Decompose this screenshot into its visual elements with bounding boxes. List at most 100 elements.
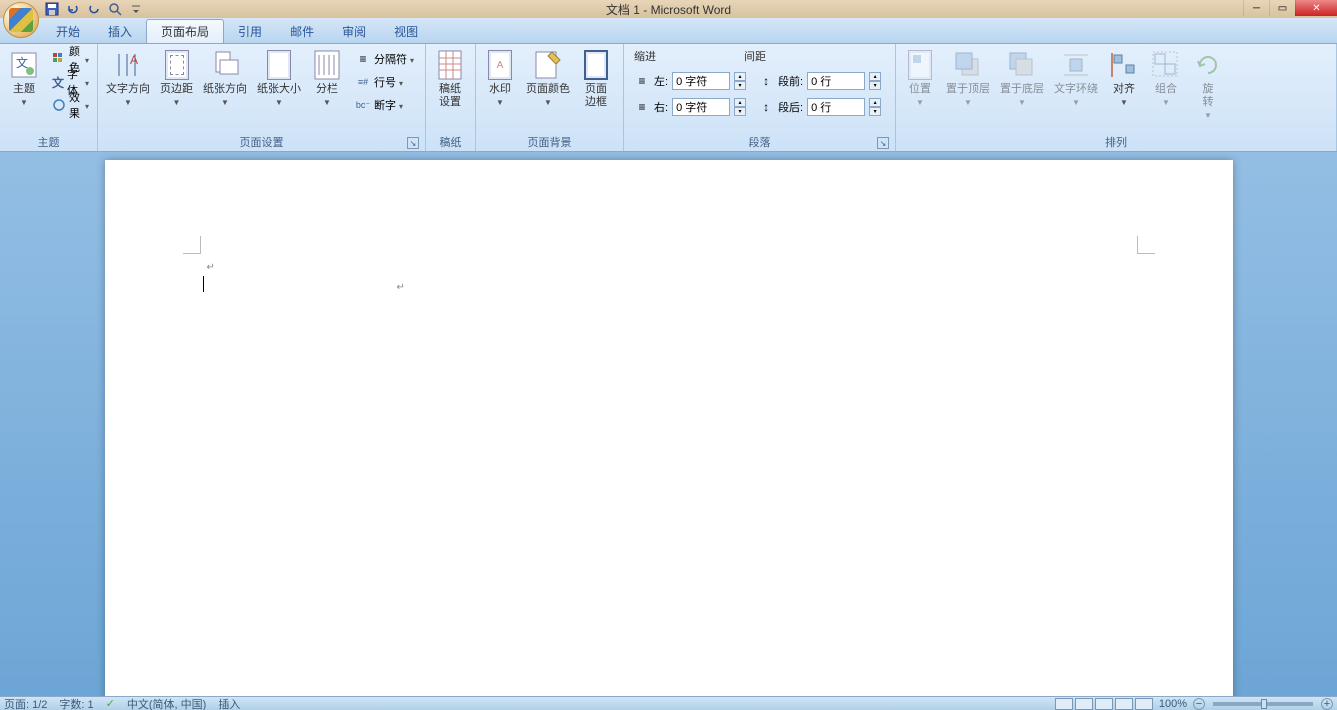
size-button[interactable]: 纸张大小▼ [253, 46, 305, 130]
save-icon[interactable] [42, 1, 62, 17]
view-print-layout-button[interactable] [1055, 698, 1073, 710]
paragraph-launcher[interactable]: ↘ [877, 137, 889, 149]
indent-right-input[interactable] [672, 98, 730, 116]
tab-insert[interactable]: 插入 [94, 19, 146, 43]
breaks-button[interactable]: ≡ 分隔符▾ [351, 48, 418, 70]
zoom-level[interactable]: 100% [1159, 698, 1187, 710]
margins-icon [161, 49, 193, 81]
margin-corner-tl [183, 236, 201, 254]
indent-right-spinner[interactable]: ▴▾ [734, 98, 746, 116]
indent-left-icon: ≡ [634, 73, 650, 89]
size-icon [263, 49, 295, 81]
group-page-background: A 水印▼ 页面颜色▼ 页面 边框 页面背景 [476, 44, 624, 151]
group-paragraph: 缩进 间距 ≡ 左: ▴▾ ≡ 右: ▴▾ [624, 44, 896, 151]
indent-right-icon: ≡ [634, 99, 650, 115]
minimize-button[interactable]: ─ [1243, 0, 1269, 16]
text-direction-button[interactable]: A 文字方向▼ [102, 46, 154, 130]
watermark-button[interactable]: A 水印▼ [480, 46, 520, 130]
status-insert-mode[interactable]: 插入 [218, 696, 240, 710]
indent-left-input[interactable] [672, 72, 730, 90]
columns-button[interactable]: 分栏▼ [307, 46, 347, 130]
zoom-slider[interactable] [1213, 702, 1313, 706]
chevron-down-icon: ▼ [20, 98, 28, 107]
page-border-icon [580, 49, 612, 81]
quick-access-toolbar [42, 1, 146, 17]
text-wrap-button: 文字环绕▼ [1050, 46, 1102, 130]
page-color-button[interactable]: 页面颜色▼ [522, 46, 574, 130]
tab-start[interactable]: 开始 [42, 19, 94, 43]
view-web-button[interactable] [1095, 698, 1113, 710]
space-before-spinner[interactable]: ▴▾ [869, 72, 881, 90]
orientation-button[interactable]: 纸张方向▼ [199, 46, 251, 130]
close-button[interactable]: ✕ [1295, 0, 1337, 16]
line-numbers-icon: ≡# [355, 74, 371, 90]
undo-icon[interactable] [63, 1, 83, 17]
text-wrap-icon [1060, 49, 1092, 81]
tab-reference[interactable]: 引用 [224, 19, 276, 43]
zoom-in-button[interactable]: + [1321, 698, 1333, 710]
manuscript-settings-button[interactable]: 稿纸 设置 [430, 46, 470, 130]
tab-page-layout[interactable]: 页面布局 [146, 19, 224, 43]
status-proof-icon[interactable]: ✓ [106, 697, 115, 710]
group-button: 组合▼ [1146, 46, 1186, 130]
group-manuscript: 稿纸 设置 稿纸 [426, 44, 476, 151]
group-theme-label: 主题 [4, 133, 93, 151]
space-before-input[interactable] [807, 72, 865, 90]
effects-icon [52, 97, 66, 113]
bring-front-icon [952, 49, 984, 81]
redo-icon[interactable] [84, 1, 104, 17]
themes-label: 主题 [13, 83, 35, 96]
group-icon [1150, 49, 1182, 81]
send-back-icon [1006, 49, 1038, 81]
line-numbers-button[interactable]: ≡# 行号▾ [351, 71, 418, 93]
position-icon [904, 49, 936, 81]
tab-review[interactable]: 审阅 [328, 19, 380, 43]
document-area[interactable]: ↵ ↵ [0, 152, 1337, 696]
print-preview-icon[interactable] [105, 1, 125, 17]
space-after-spinner[interactable]: ▴▾ [869, 98, 881, 116]
page-border-button[interactable]: 页面 边框 [576, 46, 616, 130]
paragraph-mark-icon: ↵ [207, 262, 215, 273]
view-draft-button[interactable] [1135, 698, 1153, 710]
indent-header: 缩进 [634, 48, 656, 64]
tab-mail[interactable]: 邮件 [276, 19, 328, 43]
theme-effects-button[interactable]: 效果▾ [48, 94, 93, 116]
view-fullscreen-button[interactable] [1075, 698, 1093, 710]
maximize-button[interactable]: ▭ [1269, 0, 1295, 16]
align-button[interactable]: 对齐▼ [1104, 46, 1144, 130]
group-theme: 文 主题 ▼ 颜色▾ 文 字体▾ 效果▾ 主题 [0, 44, 98, 151]
rotate-button: 旋 转▼ [1188, 46, 1228, 130]
document-page[interactable]: ↵ ↵ [105, 160, 1233, 696]
margin-corner-tr [1137, 236, 1155, 254]
ribbon: 文 主题 ▼ 颜色▾ 文 字体▾ 效果▾ 主题 [0, 44, 1337, 152]
text-cursor [203, 276, 204, 292]
margins-button[interactable]: 页边距▼ [156, 46, 197, 130]
view-outline-button[interactable] [1115, 698, 1133, 710]
tab-view[interactable]: 视图 [380, 19, 432, 43]
breaks-icon: ≡ [355, 51, 371, 67]
page-setup-launcher[interactable]: ↘ [407, 137, 419, 149]
space-before-icon: ↕ [758, 73, 774, 89]
zoom-out-button[interactable]: − [1193, 698, 1205, 710]
bring-front-button: 置于顶层▼ [942, 46, 994, 130]
themes-button[interactable]: 文 主题 ▼ [4, 46, 44, 130]
space-after-input[interactable] [807, 98, 865, 116]
group-page-setup: A 文字方向▼ 页边距▼ 纸张方向▼ 纸张大小▼ 分栏▼ ≡ [98, 44, 426, 151]
fonts-icon: 文 [52, 74, 64, 90]
send-back-button: 置于底层▼ [996, 46, 1048, 130]
colors-icon [52, 51, 66, 67]
office-button[interactable] [3, 2, 39, 38]
rotate-icon [1192, 49, 1224, 81]
page-color-icon [532, 49, 564, 81]
indent-left-spinner[interactable]: ▴▾ [734, 72, 746, 90]
qat-dropdown-icon[interactable] [126, 1, 146, 17]
window-controls: ─ ▭ ✕ [1243, 0, 1337, 16]
spacing-header: 间距 [744, 48, 766, 64]
status-page[interactable]: 页面: 1/2 [4, 696, 47, 710]
position-button: 位置▼ [900, 46, 940, 130]
ribbon-tabs: 开始 插入 页面布局 引用 邮件 审阅 视图 [0, 18, 1337, 44]
status-words[interactable]: 字数: 1 [59, 696, 93, 710]
manuscript-icon [434, 49, 466, 81]
status-language[interactable]: 中文(简体, 中国) [127, 696, 206, 710]
hyphenation-button[interactable]: bc⁻ 断字▾ [351, 94, 418, 116]
